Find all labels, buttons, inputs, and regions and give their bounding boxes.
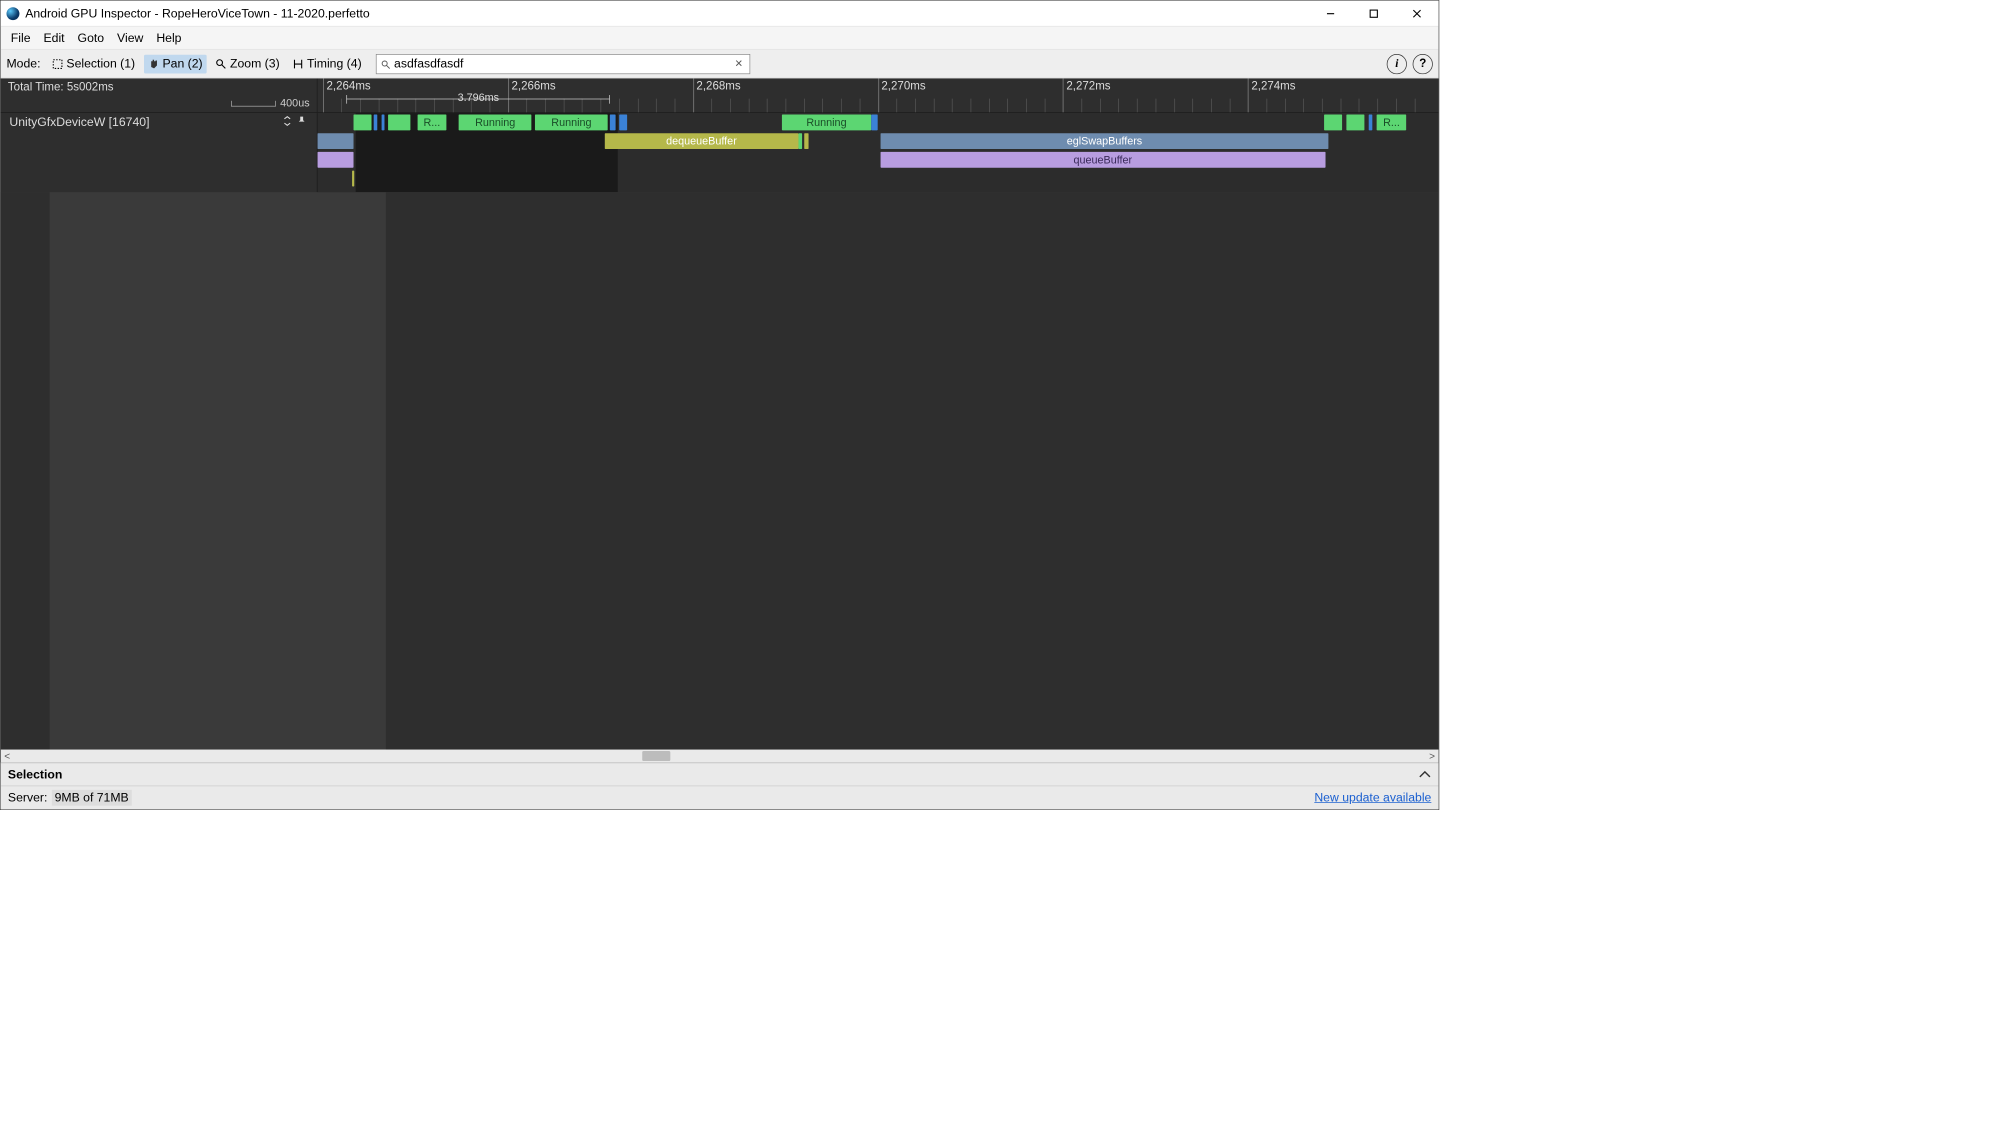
ruler-tick-label: 2,266ms <box>511 80 555 93</box>
search-icon <box>381 59 391 69</box>
server-label: Server: <box>8 791 47 805</box>
timeline-span[interactable] <box>1324 114 1342 130</box>
timeline-span[interactable] <box>798 133 801 149</box>
horizontal-scrollbar[interactable]: < > <box>1 750 1439 763</box>
timeline-span[interactable]: Running <box>459 114 532 130</box>
timeline-area: Total Time: 5s002ms 400us 2,264ms 2,266ms… <box>1 78 1439 762</box>
scroll-left-button[interactable]: < <box>1 750 14 762</box>
mode-timing-label: Timing (4) <box>307 57 362 71</box>
maximize-button[interactable] <box>1352 0 1395 26</box>
track-name: UnityGfxDeviceW [16740] <box>9 115 149 129</box>
memory-usage: 9MB of 71MB <box>52 790 132 806</box>
scroll-thumb[interactable] <box>642 751 670 761</box>
timeline-span[interactable] <box>318 133 354 149</box>
timeline-span[interactable] <box>381 114 384 130</box>
menu-view[interactable]: View <box>111 28 149 48</box>
mode-label: Mode: <box>6 57 40 71</box>
track-header[interactable]: UnityGfxDeviceW [16740] <box>1 113 317 132</box>
selection-panel-title: Selection <box>8 767 62 781</box>
timeline-span[interactable] <box>619 114 627 130</box>
menu-help[interactable]: Help <box>151 28 188 48</box>
window-title: Android GPU Inspector - RopeHeroViceTown… <box>25 6 369 20</box>
timeline-span[interactable] <box>374 114 377 130</box>
clear-search-button[interactable]: × <box>732 56 745 71</box>
selection-range-indicator: 3.796ms <box>347 94 610 110</box>
zoom-icon <box>216 58 228 70</box>
timeline-span[interactable]: R... <box>417 114 446 130</box>
timeline-span[interactable] <box>353 114 371 130</box>
pin-icon[interactable] <box>297 115 307 129</box>
timeline-span[interactable]: R... <box>1377 114 1406 130</box>
timeline-span[interactable]: queueBuffer <box>880 152 1325 168</box>
mode-zoom-button[interactable]: Zoom (3) <box>211 54 284 73</box>
chevron-up-icon[interactable] <box>1418 767 1431 781</box>
ruler-tick-label: 2,274ms <box>1251 80 1295 93</box>
timeline-span[interactable]: Running <box>535 114 608 130</box>
mode-zoom-label: Zoom (3) <box>230 57 280 71</box>
search-input[interactable] <box>394 57 732 71</box>
selection-icon <box>52 58 64 70</box>
total-time-label: Total Time: 5s002ms <box>8 81 114 94</box>
timeline-span[interactable] <box>871 114 878 130</box>
timeline-span[interactable] <box>610 114 616 130</box>
titlebar: Android GPU Inspector - RopeHeroViceTown… <box>1 1 1439 27</box>
scroll-track[interactable] <box>14 750 1426 763</box>
tracks: UnityGfxDeviceW [16740] R...RunningRunni… <box>1 113 1439 192</box>
timeline-span[interactable]: dequeueBuffer <box>604 133 798 149</box>
timeline-span[interactable] <box>352 171 354 187</box>
timeline-span[interactable] <box>1347 114 1365 130</box>
close-button[interactable] <box>1395 0 1438 26</box>
mode-selection-button[interactable]: Selection (1) <box>48 54 140 73</box>
menu-goto[interactable]: Goto <box>72 28 110 48</box>
bottom-panel: Selection Server: 9MB of 71MB New update… <box>1 762 1439 809</box>
timeline-empty-area[interactable] <box>1 192 1439 749</box>
mode-pan-label: Pan (2) <box>162 57 202 71</box>
timeline-span[interactable] <box>388 114 410 130</box>
ruler-tick-label: 2,270ms <box>881 80 925 93</box>
timeline-span[interactable] <box>318 152 354 168</box>
dimmed-range <box>1 192 50 749</box>
update-link[interactable]: New update available <box>1314 791 1431 805</box>
window-controls <box>1309 0 1439 26</box>
toolbar: Mode: Selection (1) Pan (2) Zoom (3) Tim… <box>1 50 1439 79</box>
ruler-tick-label: 2,268ms <box>696 80 740 93</box>
info-button[interactable]: i <box>1387 54 1407 74</box>
mode-selection-label: Selection (1) <box>66 57 135 71</box>
track-body[interactable]: R...RunningRunningRunningR... dequeueBuf… <box>318 113 1439 192</box>
scale-indicator: 400us <box>231 97 309 109</box>
pan-icon <box>148 58 160 70</box>
dimmed-range <box>386 192 1438 749</box>
app-icon <box>6 7 19 20</box>
collapse-icon[interactable] <box>282 115 292 129</box>
search-box[interactable]: × <box>376 54 750 74</box>
timeline-span[interactable] <box>804 133 808 149</box>
minimize-button[interactable] <box>1309 0 1352 26</box>
status-bar: Server: 9MB of 71MB New update available <box>1 786 1439 809</box>
mode-pan-button[interactable]: Pan (2) <box>144 54 207 73</box>
track-sidebar: UnityGfxDeviceW [16740] <box>1 113 318 192</box>
mode-timing-button[interactable]: Timing (4) <box>288 54 366 73</box>
time-ruler[interactable]: Total Time: 5s002ms 400us 2,264ms 2,266ms… <box>1 78 1439 113</box>
timeline-span[interactable]: eglSwapBuffers <box>880 133 1328 149</box>
timeline-span[interactable]: Running <box>782 114 872 130</box>
ruler-tick-label: 2,264ms <box>326 80 370 93</box>
selection-panel-header[interactable]: Selection <box>1 763 1439 786</box>
help-button[interactable]: ? <box>1413 54 1433 74</box>
menu-edit[interactable]: Edit <box>38 28 71 48</box>
scroll-right-button[interactable]: > <box>1426 750 1439 762</box>
menu-file[interactable]: File <box>5 28 36 48</box>
ruler-tick-label: 2,272ms <box>1066 80 1110 93</box>
menubar: File Edit Goto View Help <box>1 27 1439 50</box>
timeline-span[interactable] <box>1369 114 1372 130</box>
timing-icon <box>293 58 305 70</box>
